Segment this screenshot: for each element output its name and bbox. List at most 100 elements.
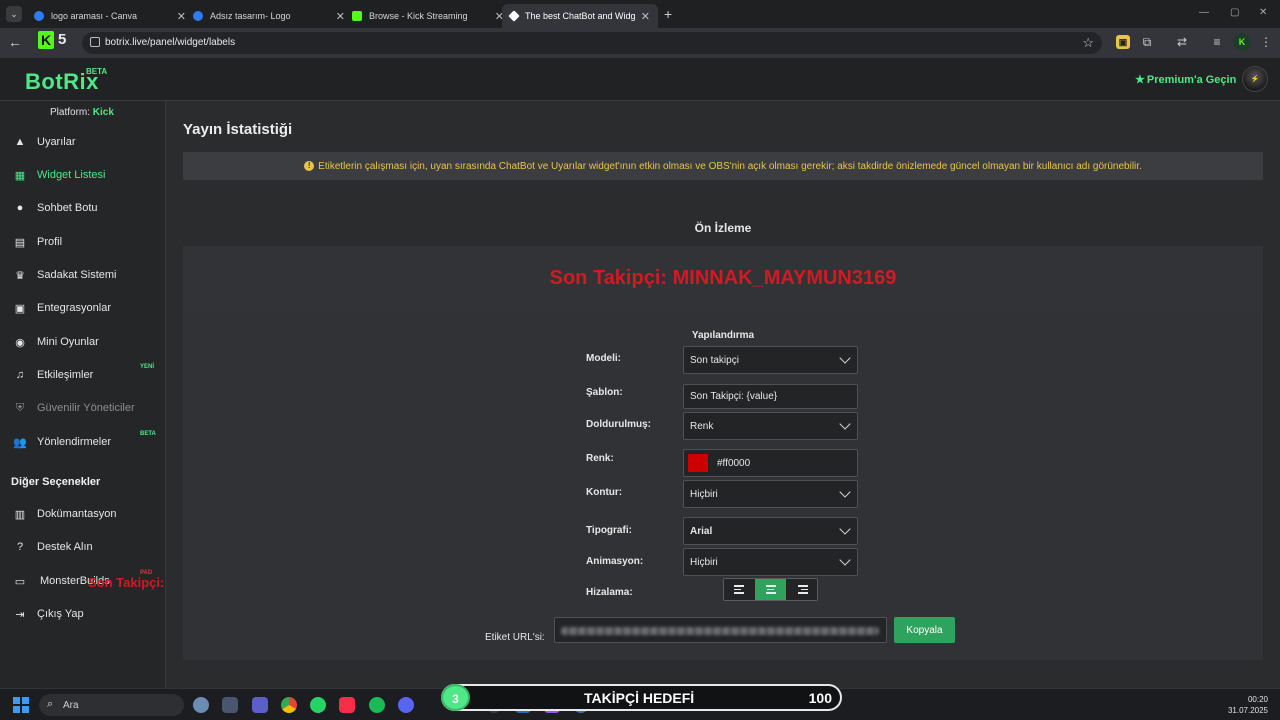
animation-select[interactable]: Hiçbiri: [683, 548, 858, 576]
new-tab-icon[interactable]: +: [664, 6, 672, 22]
goal-target: 100: [808, 690, 832, 706]
system-clock[interactable]: 00:20 31.07.2025: [1228, 694, 1268, 716]
copy-button[interactable]: Kopyala: [894, 617, 955, 643]
alert-banner: ! Etiketlerin çalışması için, uyan sıras…: [183, 152, 1263, 180]
user-avatar[interactable]: ⚡: [1242, 66, 1268, 92]
template-input[interactable]: Son Takipçi: {value}: [683, 384, 858, 409]
robot-icon: ●: [16, 202, 24, 214]
browser-tab-bar: ⌄ logo araması - Canva ✕ Adsız tasarım- …: [0, 0, 1280, 28]
search-icon: ⌕: [47, 698, 54, 710]
logout-icon: ⇥: [15, 608, 25, 621]
bookmark-star-icon[interactable]: ☆: [1082, 35, 1094, 51]
logo-beta-badge: BETA: [86, 67, 108, 76]
browser-tab-1[interactable]: logo araması - Canva ✕: [26, 4, 194, 28]
browser-tab-4-active[interactable]: The best ChatBot and Widgets ✕: [502, 4, 658, 28]
blurred-url: [561, 627, 879, 635]
sidebar-item-widget-list[interactable]: ▦ Widget Listesi: [0, 163, 166, 187]
sidebar-item-support[interactable]: ? Destek Alın: [0, 535, 166, 559]
color-label: Renk:: [586, 453, 614, 464]
minimize-icon[interactable]: —: [1199, 7, 1209, 18]
typography-label: Tipografi:: [586, 525, 632, 536]
browser-menu-icon[interactable]: ⋮: [1259, 35, 1273, 49]
other-options-title: Diğer Seçenekler: [11, 476, 101, 488]
color-picker[interactable]: #ff0000: [683, 449, 858, 477]
sidebar-item-chat-bot[interactable]: ● Sohbet Botu: [0, 196, 166, 220]
whatsapp-icon[interactable]: [310, 697, 326, 713]
taskbar-search[interactable]: ⌕ Ara: [39, 694, 184, 716]
sidebar-item-trusted-moderators[interactable]: ⛨ Güvenilir Yöneticiler: [0, 396, 166, 420]
configuration-panel: Yapılandırma Modeli: Son takipçi Şablon:…: [183, 311, 1263, 660]
beta-badge: BETA: [140, 431, 156, 437]
site-info-icon[interactable]: [90, 37, 100, 47]
back-arrow-icon[interactable]: ←: [8, 34, 22, 50]
chrome-icon[interactable]: [281, 697, 297, 713]
preview-text: Son Takipçi: MINNAK_MAYMUN3169: [549, 267, 897, 289]
chevron-down-icon: [839, 523, 851, 535]
users-icon: 👥: [13, 436, 27, 449]
sidebar: Platform: Kick ▲ Uyarılar ▦ Widget Listesi…: [0, 101, 166, 688]
align-left-button[interactable]: [724, 579, 755, 600]
platform-indicator: Platform: Kick: [50, 107, 114, 118]
sidebar-item-integrations[interactable]: ▣ Entegrasyonlar: [0, 296, 166, 320]
tab-search-icon[interactable]: ⌄: [6, 6, 22, 22]
translate-icon[interactable]: ⇄: [1175, 35, 1189, 49]
outline-select[interactable]: Hiçbiri: [683, 480, 858, 508]
discord-icon[interactable]: [398, 697, 414, 713]
browser-tab-3[interactable]: Browse - Kick Streaming ✕: [344, 4, 512, 28]
id-card-icon: ▤: [14, 236, 26, 249]
puzzle-extensions-icon[interactable]: ⧉: [1140, 35, 1154, 49]
spotify-icon[interactable]: [369, 697, 385, 713]
sidebar-item-alerts[interactable]: ▲ Uyarılar: [0, 130, 166, 154]
docs-icon: ▥: [14, 508, 26, 521]
sidebar-item-redirects[interactable]: 👥 Yönlendirmeler BETA: [0, 430, 166, 454]
widget-url-input[interactable]: [554, 617, 887, 643]
model-select[interactable]: Son takipçi: [683, 346, 858, 374]
kick-extension-icon[interactable]: K: [38, 31, 54, 49]
music-app-icon[interactable]: [339, 697, 355, 713]
close-window-icon[interactable]: ✕: [1259, 7, 1267, 18]
preview-box: Son Takipçi: MINNAK_MAYMUN3169: [183, 246, 1263, 311]
sidebar-item-loyalty[interactable]: ♛ Sadakat Sistemi: [0, 263, 166, 287]
template-label: Şablon:: [586, 387, 623, 398]
maximize-icon[interactable]: ▢: [1230, 7, 1239, 18]
extension-counter[interactable]: 5: [58, 31, 66, 48]
typography-select[interactable]: Arial: [683, 517, 858, 545]
plugin-icon: ▣: [14, 302, 26, 315]
teams-icon[interactable]: [252, 697, 268, 713]
browser-tab-2[interactable]: Adsız tasarım- Logo ✕: [185, 4, 353, 28]
help-icon: ?: [16, 541, 24, 553]
chevron-down-icon: [839, 418, 851, 430]
canva-favicon-icon: [34, 11, 44, 21]
alignment-label: Hizalama:: [586, 587, 633, 598]
goal-title: TAKİPÇİ HEDEFİ: [584, 690, 695, 706]
chevron-down-icon: [839, 352, 851, 364]
gamepad-icon: ◉: [15, 336, 25, 349]
alignment-group: [723, 578, 818, 601]
app-header: BotRix BETA ★ Premium'a Geçin: [0, 58, 1280, 101]
align-right-button[interactable]: [786, 579, 817, 600]
premium-link[interactable]: ★ Premium'a Geçin: [1135, 73, 1236, 86]
url-text[interactable]: botrix.live/panel/widget/labels: [105, 37, 235, 48]
chevron-down-icon: [839, 486, 851, 498]
sidebar-item-logout[interactable]: ⇥ Çıkış Yap: [0, 602, 166, 626]
close-tab-icon[interactable]: ✕: [641, 10, 650, 23]
url-bar[interactable]: botrix.live/panel/widget/labels ☆: [82, 32, 1102, 54]
settings-gear-icon[interactable]: [193, 697, 209, 713]
sidebar-item-profile[interactable]: ▤ Profil: [0, 230, 166, 254]
extension-yellow-icon[interactable]: ▣: [1116, 35, 1130, 49]
sidebar-item-interactions[interactable]: ♫ Etkileşimler YENİ: [0, 363, 166, 387]
address-bar-row: ← K 5 botrix.live/panel/widget/labels ☆ …: [0, 28, 1280, 58]
new-badge: YENİ: [140, 364, 155, 370]
goal-current-count: 3: [441, 684, 470, 711]
sidebar-item-documentation[interactable]: ▥ Dokümantasyon: [0, 502, 166, 526]
fill-select[interactable]: Renk: [683, 412, 858, 440]
windows-start-icon[interactable]: [13, 697, 29, 713]
sidebar-item-mini-games[interactable]: ◉ Mini Oyunlar: [0, 330, 166, 354]
page-title: Yayın İstatistiği: [183, 121, 293, 138]
animation-label: Animasyon:: [586, 556, 644, 567]
reading-list-icon[interactable]: ≡: [1210, 35, 1224, 49]
color-swatch[interactable]: [687, 453, 709, 473]
calculator-icon[interactable]: [222, 697, 238, 713]
align-center-button[interactable]: [755, 579, 786, 600]
profile-avatar[interactable]: K: [1233, 33, 1251, 51]
